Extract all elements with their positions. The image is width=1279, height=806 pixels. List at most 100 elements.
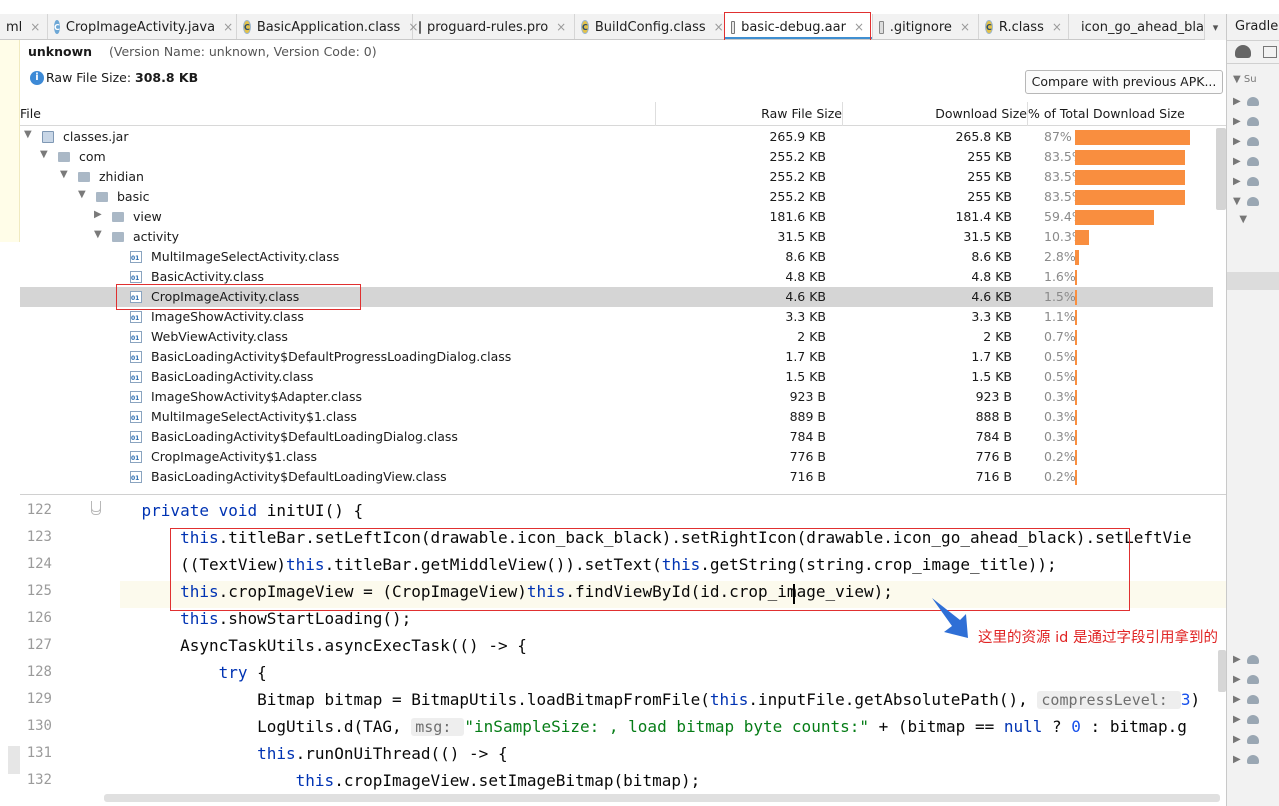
tab-ml[interactable]: ml × <box>0 14 48 39</box>
close-tab-icon[interactable]: × <box>1052 20 1062 34</box>
line-number: 126 <box>26 610 52 626</box>
code-token: .cropImageView.setImageBitmap(bitmap); <box>334 771 701 790</box>
raw-size: 923 B <box>789 389 826 404</box>
table-row[interactable]: BasicLoadingActivity$DefaultLoadingView.… <box>20 467 1213 487</box>
tab-cropimageactivity-java[interactable]: C CropImageActivity.java × <box>48 14 237 39</box>
table-row[interactable]: ▼ basic 255.2 KB 255 KB 83.5% <box>20 187 1213 207</box>
code-line[interactable]: LogUtils.d(TAG, msg: "inSampleSize: , lo… <box>103 717 1187 736</box>
table-row[interactable]: CropImageActivity$1.class 776 B 776 B 0.2% <box>20 447 1213 467</box>
table-row[interactable]: ▼ activity 31.5 KB 31.5 KB 10.3% <box>20 227 1213 247</box>
elephant-icon[interactable] <box>1235 45 1251 58</box>
size-bar <box>1075 390 1077 405</box>
gradle-tree-item[interactable]: ▶ <box>1233 116 1259 127</box>
table-row[interactable]: BasicLoadingActivity.class 1.5 KB 1.5 KB 0.… <box>20 367 1213 387</box>
expanded-chevron-icon[interactable]: ▼ <box>78 189 86 200</box>
gradle-tree-item[interactable]: ▶ <box>1233 156 1259 167</box>
download-size: 3.3 KB <box>971 309 1012 324</box>
tab-list-chevron-icon[interactable]: ▾ <box>1205 14 1226 40</box>
gradle-tree-item[interactable]: ▶ <box>1233 654 1259 665</box>
code-token: Bitmap bitmap = BitmapUtils.loadBitmapFr… <box>103 690 710 709</box>
download-size: 255 KB <box>967 149 1012 164</box>
gradle-tree-item[interactable]: ▶ <box>1233 136 1259 147</box>
table-row[interactable]: ▼ classes.jar 265.9 KB 265.8 KB 87% <box>20 127 1213 147</box>
table-row[interactable]: ImageShowActivity$Adapter.class 923 B 923 … <box>20 387 1213 407</box>
raw-size: 31.5 KB <box>777 229 826 244</box>
column-divider[interactable] <box>655 102 656 126</box>
expanded-chevron-icon[interactable]: ▼ <box>60 169 68 180</box>
line-number: 128 <box>26 664 52 680</box>
gradle-tree-item[interactable]: ▶ <box>1233 96 1259 107</box>
gradle-tab-label[interactable]: Gradle <box>1235 19 1278 34</box>
file-name: basic <box>117 189 150 204</box>
class-file-icon <box>130 251 142 263</box>
size-bar <box>1075 250 1079 265</box>
expand-icon[interactable] <box>1263 46 1277 58</box>
table-row[interactable]: MultiImageSelectActivity.class 8.6 KB 8.6 … <box>20 247 1213 267</box>
table-row[interactable]: MultiImageSelectActivity$1.class 889 B 888… <box>20 407 1213 427</box>
close-tab-icon[interactable]: × <box>30 20 40 34</box>
gradle-tree-item[interactable]: ▶ <box>1233 754 1259 765</box>
expanded-chevron-icon[interactable]: ▼ <box>94 229 102 240</box>
gradle-tree-item[interactable]: ▶ <box>1233 674 1259 685</box>
code-line[interactable]: try { <box>103 663 267 682</box>
tab-buildconfig-class[interactable]: C BuildConfig.class × <box>575 14 725 39</box>
column-divider[interactable] <box>842 102 843 126</box>
editor-tab-bar: ml × C CropImageActivity.java × C BasicApplica… <box>0 14 1226 40</box>
close-tab-icon[interactable]: × <box>960 20 970 34</box>
gradle-tree-item[interactable]: ▶ <box>1233 714 1259 725</box>
download-size: 776 B <box>975 449 1012 464</box>
code-line[interactable]: this.runOnUiThread(() -> { <box>103 744 507 763</box>
column-header-raw-size[interactable]: Raw File Size <box>761 106 842 121</box>
code-token: 0 <box>1071 717 1081 736</box>
code-line[interactable]: Bitmap bitmap = BitmapUtils.loadBitmapFr… <box>103 690 1200 709</box>
gradle-tree-item[interactable]: ▶ <box>1233 694 1259 705</box>
code-line[interactable]: private void initUI() { <box>103 501 364 520</box>
editor-vertical-scrollbar[interactable] <box>1218 650 1226 692</box>
gradle-tree-root[interactable]: ▼ Su <box>1233 74 1257 85</box>
column-header-percent[interactable]: % of Total Download Size <box>1028 106 1185 121</box>
code-token: initUI() { <box>266 501 364 520</box>
gradle-tree-item[interactable]: ▶ <box>1233 734 1259 745</box>
close-tab-icon[interactable]: × <box>223 20 233 34</box>
table-row[interactable]: ImageShowActivity.class 3.3 KB 3.3 KB 1.1% <box>20 307 1213 327</box>
size-bar <box>1075 370 1077 385</box>
size-bar <box>1075 130 1190 145</box>
table-row[interactable]: ▼ zhidian 255.2 KB 255 KB 83.5% <box>20 167 1213 187</box>
parameter-hint: compressLevel: <box>1037 691 1181 709</box>
tab-gitignore[interactable]: .gitignore × <box>873 14 979 39</box>
code-line[interactable]: this.cropImageView.setImageBitmap(bitmap… <box>103 771 701 790</box>
code-token: LogUtils.d(TAG, <box>103 717 412 736</box>
table-row[interactable]: ▼ com 255.2 KB 255 KB 83.5% <box>20 147 1213 167</box>
tab-proguard-rules-pro[interactable]: proguard-rules.pro × <box>413 14 575 39</box>
code-line[interactable]: AsyncTaskUtils.asyncExecTask(() -> { <box>103 636 527 655</box>
raw-size-value: 308.8 KB <box>135 70 199 85</box>
fold-marker-icon[interactable] <box>91 501 101 512</box>
editor-horizontal-scrollbar[interactable] <box>104 794 1220 802</box>
table-row[interactable]: BasicLoadingActivity$DefaultLoadingDialo… <box>20 427 1213 447</box>
gradle-tree-item[interactable]: ▼ <box>1233 196 1259 207</box>
column-header-file[interactable]: File <box>20 106 41 121</box>
code-token: + (bitmap == <box>868 717 1004 736</box>
expanded-chevron-icon[interactable]: ▼ <box>40 149 48 160</box>
size-bar <box>1075 470 1077 485</box>
table-row[interactable]: ▶ view 181.6 KB 181.4 KB 59.4% <box>20 207 1213 227</box>
raw-file-size: Raw File Size: 308.8 KB <box>46 70 198 85</box>
table-row[interactable]: WebViewActivity.class 2 KB 2 KB 0.7% <box>20 327 1213 347</box>
gradle-tree-item[interactable]: ▼ <box>1233 214 1247 225</box>
tab-basicapplication-class[interactable]: C BasicApplication.class × <box>237 14 418 39</box>
size-bar <box>1075 270 1078 285</box>
code-line[interactable]: this.showStartLoading(); <box>103 609 411 628</box>
info-icon: i <box>30 71 44 85</box>
gradle-tree-item[interactable]: ▶ <box>1233 176 1259 187</box>
table-row[interactable]: BasicLoadingActivity$DefaultProgressLoad… <box>20 347 1213 367</box>
tab-r-class[interactable]: C R.class × <box>979 14 1069 39</box>
tab-icon-go-ahead-bla[interactable]: icon_go_ahead_bla <box>1069 14 1205 39</box>
compare-apk-button[interactable]: Compare with previous APK... <box>1025 70 1223 94</box>
column-header-download-size[interactable]: Download Size <box>935 106 1027 121</box>
expanded-chevron-icon[interactable]: ▼ <box>24 129 32 140</box>
close-tab-icon[interactable]: × <box>556 20 566 34</box>
annotation-arrow-icon <box>932 598 968 638</box>
table-scrollbar[interactable] <box>1216 128 1226 210</box>
close-tab-icon[interactable]: × <box>714 20 724 34</box>
collapsed-chevron-icon[interactable]: ▶ <box>94 209 102 220</box>
